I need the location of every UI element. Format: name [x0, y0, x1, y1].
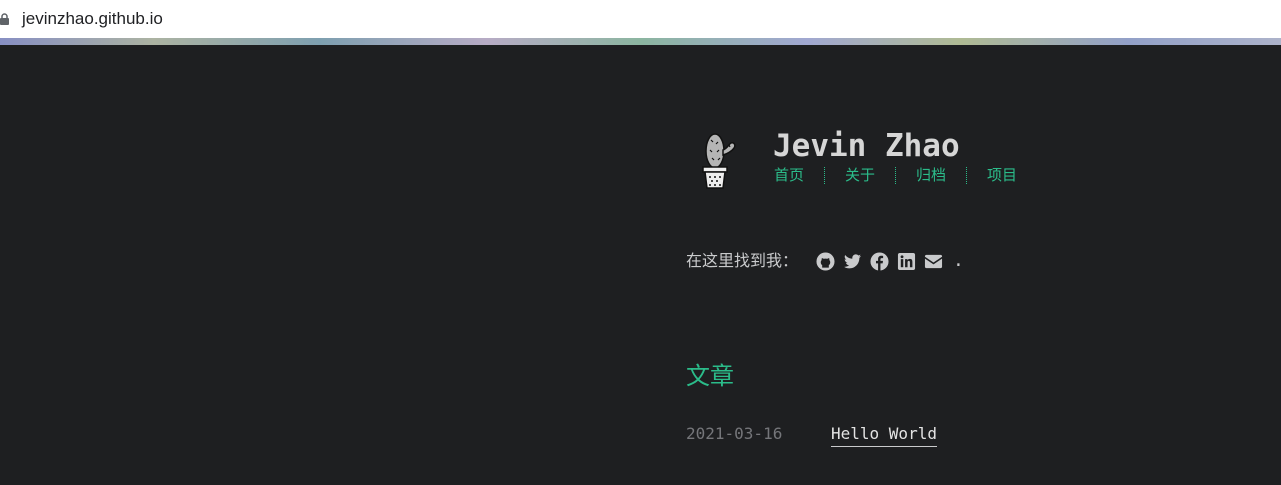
envelope-icon[interactable] — [924, 252, 943, 271]
browser-address-bar[interactable]: jevinzhao.github.io — [0, 0, 1281, 38]
list-item: 2021-03-16 Hello World — [686, 422, 937, 447]
nav-item-archive[interactable]: 归档 — [916, 164, 946, 186]
linkedin-icon[interactable] — [897, 252, 916, 271]
cactus-icon[interactable] — [696, 130, 736, 190]
site-title[interactable]: Jevin Zhao — [773, 128, 960, 164]
browser-bar-divider — [0, 38, 1281, 45]
find-me-row: 在这里找到我： . — [686, 250, 964, 272]
nav-item-projects[interactable]: 项目 — [987, 164, 1017, 186]
nav-item-home[interactable]: 首页 — [774, 164, 804, 186]
nav-item-about[interactable]: 关于 — [845, 164, 875, 186]
facebook-icon[interactable] — [870, 251, 889, 271]
post-link[interactable]: Hello World — [831, 422, 937, 447]
nav-divider — [824, 166, 826, 184]
twitter-icon[interactable] — [843, 252, 862, 271]
find-me-trailing: . — [953, 250, 964, 271]
lock-icon — [0, 13, 9, 25]
find-me-label: 在这里找到我： — [686, 251, 799, 270]
url-text[interactable]: jevinzhao.github.io — [22, 8, 163, 30]
nav-divider — [895, 166, 897, 184]
github-icon[interactable] — [816, 251, 835, 271]
main-nav: 首页 关于 归档 项目 — [774, 164, 1017, 186]
nav-divider — [966, 166, 968, 184]
section-title-posts: 文章 — [686, 362, 734, 390]
post-date: 2021-03-16 — [686, 424, 783, 443]
